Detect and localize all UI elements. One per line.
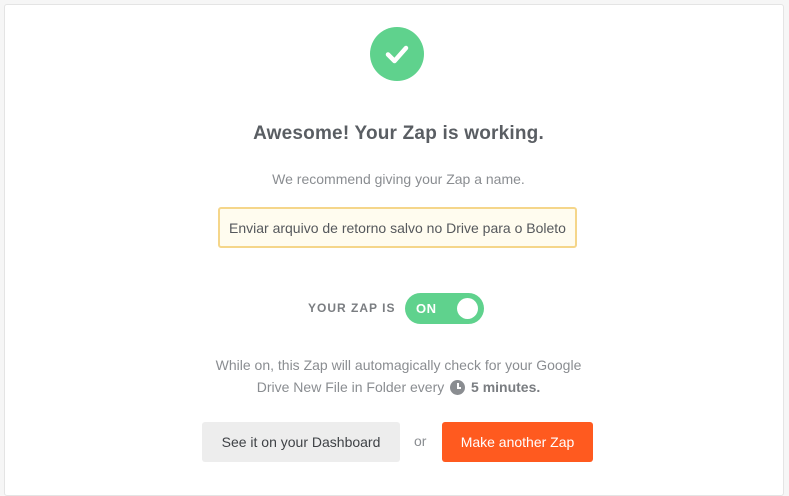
zap-status-label: YOUR ZAP IS xyxy=(308,301,396,315)
make-another-zap-button[interactable]: Make another Zap xyxy=(442,422,593,462)
checkmark-icon xyxy=(370,27,424,81)
polling-interval: 5 minutes. xyxy=(471,379,541,395)
zap-on-toggle[interactable]: ON xyxy=(405,293,484,324)
name-prompt: We recommend giving your Zap a name. xyxy=(272,171,525,187)
page-title: Awesome! Your Zap is working. xyxy=(253,123,544,144)
description-line-2: Drive New File in Folder every 5 minutes… xyxy=(5,376,789,398)
zap-name-input[interactable] xyxy=(218,207,577,248)
clock-icon xyxy=(450,380,466,395)
polling-description: While on, this Zap will automagically ch… xyxy=(5,354,789,398)
dashboard-button[interactable]: See it on your Dashboard xyxy=(202,422,400,462)
toggle-state-label: ON xyxy=(416,301,437,316)
success-card: Awesome! Your Zap is working. We recomme… xyxy=(4,4,784,496)
toggle-knob xyxy=(457,298,478,319)
description-trigger-text: Drive New File in Folder every xyxy=(256,379,445,395)
description-line-1: While on, this Zap will automagically ch… xyxy=(215,357,582,373)
or-separator: or xyxy=(414,433,427,449)
